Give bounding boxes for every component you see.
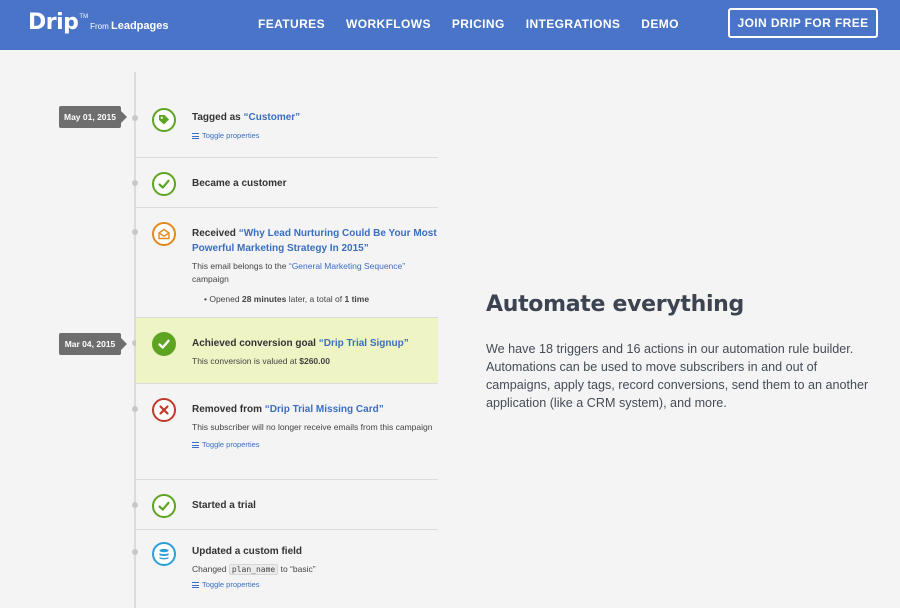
database-icon (152, 542, 176, 566)
detail-text: Changed (192, 564, 229, 574)
logo-subtitle: From Leadpages (90, 20, 168, 32)
tag-icon (152, 108, 176, 132)
activity-timeline: May 01, 2015 Mar 04, 2015 Tagged as “Cus… (28, 72, 454, 608)
stat-text: later, a total of (286, 294, 345, 304)
drip-logo[interactable]: Drip TM From Leadpages (28, 10, 168, 36)
event-title: Received “Why Lead Nurturing Could Be Yo… (192, 226, 438, 256)
open-stats: • Opened 28 minutes later, a total of 1 … (204, 294, 370, 304)
top-navbar: Drip TM From Leadpages FEATURES WORKFLOW… (0, 0, 900, 50)
nav-link-pricing[interactable]: PRICING (452, 17, 505, 31)
event-body: Became a customer (192, 176, 438, 191)
toggle-label: Toggle properties (202, 580, 260, 589)
detail-text: This conversion is valued at (192, 356, 300, 366)
nav-link-demo[interactable]: DEMO (641, 17, 679, 31)
event-body: Started a trial (192, 498, 438, 513)
event-title: Tagged as “Customer” (192, 110, 438, 125)
nav-links: FEATURES WORKFLOWS PRICING INTEGRATIONS … (258, 17, 700, 31)
date-badge: May 01, 2015 (59, 106, 127, 128)
check-icon (152, 494, 176, 518)
event-detail: This email belongs to the “General Marke… (192, 260, 438, 286)
event-title: Removed from “Drip Trial Missing Card” (192, 402, 438, 417)
campaign-link[interactable]: “General Marketing Sequence” (289, 261, 405, 271)
event-detail: This subscriber will no longer receive e… (192, 422, 433, 432)
event-title: Started a trial (192, 500, 256, 511)
toggle-label: Toggle properties (202, 131, 260, 140)
detail-text: to “basic” (278, 564, 316, 574)
event-body: Tagged as “Customer” Toggle properties (192, 110, 438, 140)
toggle-label: Toggle properties (202, 440, 260, 449)
list-icon (192, 441, 199, 448)
event-body: Removed from “Drip Trial Missing Card” T… (192, 402, 438, 449)
event-title-text: Tagged as (192, 112, 244, 123)
list-icon (192, 132, 199, 139)
tag-link[interactable]: “Customer” (244, 112, 301, 123)
event-detail: This conversion is valued at $260.00 (192, 355, 438, 368)
event-title: Updated a custom field (192, 546, 303, 557)
toggle-properties[interactable]: Toggle properties (192, 131, 438, 140)
conversion-value: $260.00 (299, 356, 330, 366)
list-icon (192, 581, 199, 588)
campaign-link[interactable]: “Drip Trial Missing Card” (265, 404, 384, 415)
event-detail: Changed plan_name to “basic” (192, 563, 438, 576)
event-body: Updated a custom field Changed plan_name… (192, 544, 438, 589)
date-badge: Mar 04, 2015 (59, 333, 127, 355)
timeline-event: Tagged as “Customer” Toggle properties (136, 88, 438, 158)
timeline-event: Updated a custom field Changed plan_name… (136, 530, 438, 606)
timeline-event-highlighted: Achieved conversion goal “Drip Trial Sig… (136, 318, 438, 384)
goal-link[interactable]: “Drip Trial Signup” (319, 338, 409, 349)
toggle-properties[interactable]: Toggle properties (192, 580, 438, 589)
section-headline: Automate everything (486, 292, 744, 317)
logo-brand: Leadpages (110, 20, 169, 32)
event-title-text: Achieved conversion goal (192, 338, 319, 349)
check-filled-icon (152, 332, 176, 356)
x-icon (152, 398, 176, 422)
section-description: We have 18 triggers and 16 actions in ou… (486, 342, 869, 410)
nav-link-features[interactable]: FEATURES (258, 17, 325, 31)
join-free-button[interactable]: JOIN DRIP FOR FREE (728, 8, 878, 38)
detail-text: This email belongs to the (192, 261, 289, 271)
event-body: Received “Why Lead Nurturing Could Be Yo… (192, 226, 438, 304)
check-icon (152, 172, 176, 196)
detail-text: campaign (192, 274, 229, 284)
toggle-properties[interactable]: Toggle properties (192, 440, 438, 449)
timeline-event: Started a trial (136, 480, 438, 530)
logo-wordmark: Drip (28, 10, 79, 35)
nav-link-integrations[interactable]: INTEGRATIONS (526, 17, 621, 31)
field-name-code: plan_name (228, 564, 279, 575)
timeline-event: Received “Why Lead Nurturing Could Be Yo… (136, 208, 438, 318)
event-body: Achieved conversion goal “Drip Trial Sig… (192, 336, 438, 368)
stat-strong: 28 minutes (241, 294, 287, 304)
event-title-text: Received (192, 228, 239, 239)
timeline-event: Became a customer (136, 158, 438, 208)
stat-strong: 1 time (344, 294, 370, 304)
logo-trademark: TM (79, 14, 89, 20)
envelope-open-icon (152, 222, 176, 246)
logo-from: From (90, 22, 109, 31)
event-title-text: Removed from (192, 404, 265, 415)
event-title: Became a customer (192, 178, 287, 189)
event-title: Achieved conversion goal “Drip Trial Sig… (192, 336, 438, 351)
nav-link-workflows[interactable]: WORKFLOWS (346, 17, 431, 31)
timeline-event: Removed from “Drip Trial Missing Card” T… (136, 384, 438, 480)
stat-text: Opened (209, 294, 242, 304)
